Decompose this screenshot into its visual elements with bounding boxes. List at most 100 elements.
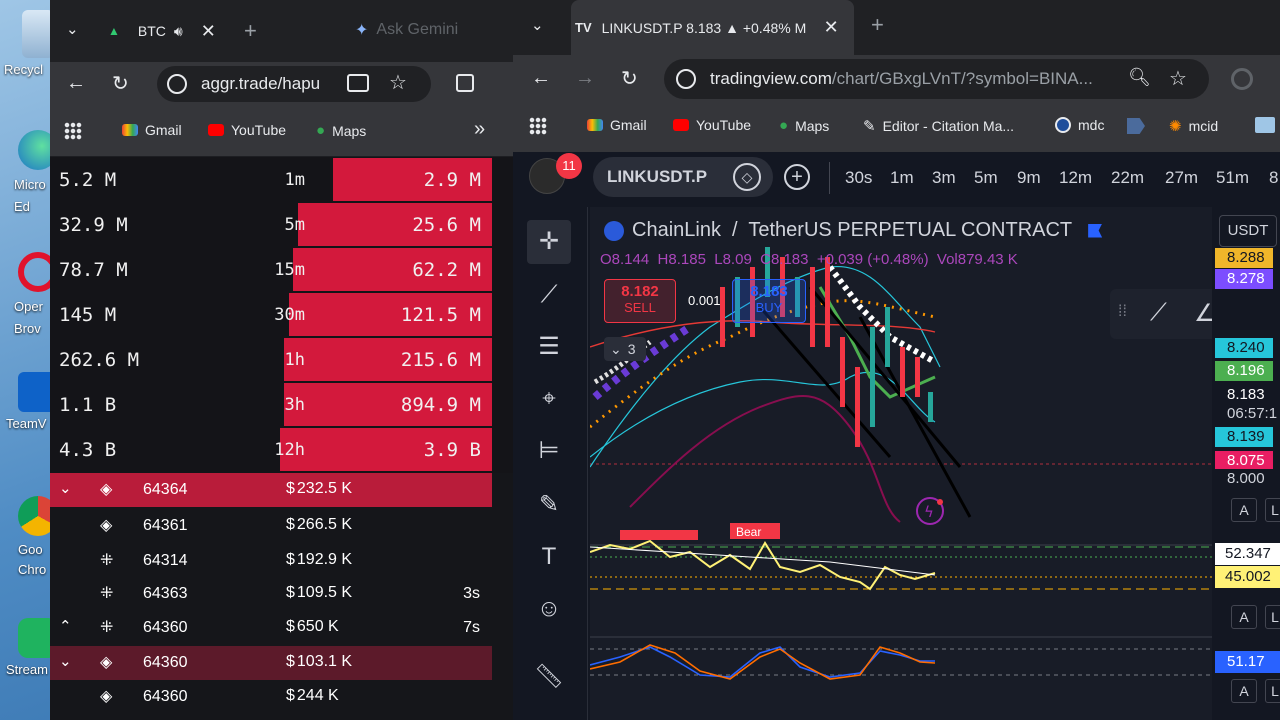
reload-icon[interactable]: ↻ <box>621 66 638 91</box>
auto-scale-button-rsi[interactable]: A <box>1231 605 1257 629</box>
desktop-icon-edge[interactable]: Micro Ed <box>0 130 58 218</box>
prediction-tool-icon[interactable]: ⊨ <box>527 429 571 473</box>
desktop-icon-recycle-bin[interactable]: Recycl <box>0 10 54 77</box>
bookmark-youtube[interactable]: YouTube <box>673 117 751 133</box>
text-tool-icon[interactable]: T <box>527 535 571 579</box>
auto-scale-button-stoch[interactable]: A <box>1231 679 1257 703</box>
bookmark-maps[interactable]: ● Maps <box>316 122 366 139</box>
drag-handle-icon[interactable]: ⁞⁞ <box>1118 303 1127 321</box>
bookmark-gmail[interactable]: Gmail <box>587 117 647 133</box>
currency-selector[interactable]: USDT <box>1219 215 1277 247</box>
timeframe-30s[interactable]: 30s <box>845 168 872 188</box>
price-chart[interactable]: ϟ ChainLink / TetherUS PERPETUAL CONTRAC… <box>590 207 1212 720</box>
angle-tool-icon[interactable]: ∠ <box>1194 299 1212 328</box>
close-tab-icon[interactable]: ✕ <box>201 21 216 42</box>
timeframe-27m[interactable]: 27m <box>1165 168 1198 188</box>
sell-button[interactable]: 8.182 SELL <box>604 279 676 323</box>
brush-tool-icon[interactable]: ✎ <box>527 483 571 527</box>
timeframe-8[interactable]: 8 <box>1269 168 1278 188</box>
okx-exchange-icon: ⁜ <box>100 585 114 602</box>
symbol-gem-icon[interactable]: ◇ <box>733 163 761 191</box>
bookmark-star-icon[interactable]: ☆ <box>389 70 407 95</box>
tab-linkusdt[interactable]: TV LINKUSDT.P 8.183 ▲ +0.48% M ✕ <box>571 0 854 55</box>
install-app-icon[interactable] <box>347 74 369 92</box>
bookmark-overflow-icon[interactable] <box>1255 117 1275 133</box>
flag-icon[interactable] <box>1088 223 1103 238</box>
stat-row: 145 M 30m 121.5 M <box>50 292 513 337</box>
trade-row[interactable]: ⌃ ⁜ 64360 $650 K 7s <box>50 611 492 645</box>
dollar-sign: $ <box>286 516 295 533</box>
tab-list-chevron-icon[interactable]: ⌄ <box>66 20 79 38</box>
mcid-icon: ✺ <box>1169 118 1182 135</box>
tab-btc[interactable]: ▲ BTC 🔊︎ ✕ <box>108 11 216 51</box>
trade-row[interactable]: ◈ 64361 $266.5 K <box>50 509 492 543</box>
bookmark-mdc[interactable]: mdc <box>1055 117 1104 133</box>
bookmark-gmail[interactable]: Gmail <box>122 122 182 138</box>
bookmark-arrow-icon[interactable] <box>1127 118 1145 134</box>
forward-arrow-icon[interactable]: → <box>575 67 595 90</box>
crosshair-tool-icon[interactable]: ✛ <box>527 220 571 264</box>
bookmark-star-icon[interactable]: ☆ <box>1169 66 1187 91</box>
trade-row[interactable]: ⌄ ◈ 64364 $232.5 K <box>50 473 492 507</box>
apps-grid-icon[interactable] <box>64 122 82 140</box>
trend-line-tool-icon[interactable]: ⟋ <box>527 273 571 317</box>
desktop-icon-stream[interactable]: Stream <box>0 618 58 677</box>
timeframe-12m[interactable]: 12m <box>1059 168 1092 188</box>
more-bookmarks-chevron-icon[interactable]: » <box>474 118 485 141</box>
emoji-tool-icon[interactable]: ☺ <box>527 587 571 631</box>
site-info-icon[interactable] <box>167 74 187 94</box>
close-tab-icon[interactable]: ✕ <box>824 17 839 38</box>
tab-list-chevron-icon[interactable]: ⌄ <box>531 16 544 34</box>
stoch-label: 51.17 <box>1215 651 1280 673</box>
collapse-indicators-button[interactable]: ⌄ 3 <box>604 337 646 361</box>
timeframe-3m[interactable]: 3m <box>932 168 956 188</box>
trade-row[interactable]: ⌄ ◈ 64360 $103.1 K <box>50 646 492 680</box>
address-bar[interactable]: tradingview.com /chart/GBxgLVnT/?symbol=… <box>664 59 1209 99</box>
extension-icon[interactable] <box>1231 68 1253 90</box>
buy-button[interactable]: 8.183 BUY <box>732 279 806 323</box>
desktop-icon-label: TeamV <box>6 416 47 431</box>
trade-row[interactable]: ⁜ 64363 $109.5 K 3s <box>50 577 492 611</box>
timeframe-22m[interactable]: 22m <box>1111 168 1144 188</box>
zoom-search-icon[interactable]: 🔍︎ <box>1128 67 1151 88</box>
chart-canvas[interactable]: ϟ <box>590 207 1212 720</box>
timeframe-51m[interactable]: 51m <box>1216 168 1249 188</box>
bookmark-youtube[interactable]: YouTube <box>208 122 286 138</box>
back-arrow-icon[interactable]: ← <box>66 72 86 95</box>
price-scale[interactable]: USDT 8.288 8.278 8.240 8.196 8.183 06:57:1 8.1… <box>1215 207 1280 720</box>
bookmark-maps[interactable]: ● Maps <box>779 117 829 134</box>
desktop-icon-opera[interactable]: Oper Brov <box>0 252 58 340</box>
trade-row[interactable]: ◈ 64360 $244 K <box>50 680 492 714</box>
new-tab-icon[interactable]: + <box>244 18 257 44</box>
notification-badge[interactable]: 11 <box>556 153 582 179</box>
log-scale-button-stoch[interactable]: L <box>1265 679 1280 703</box>
log-scale-button-rsi[interactable]: L <box>1265 605 1280 629</box>
symbol-search-button[interactable]: LINKUSDT.P ◇ <box>593 157 773 197</box>
extensions-icon[interactable] <box>456 74 474 92</box>
desktop-icon-teamviewer[interactable]: TeamV <box>0 372 58 431</box>
bookmark-label: YouTube <box>696 117 752 133</box>
desktop-icon-chrome[interactable]: Goo Chro <box>0 496 58 580</box>
site-info-icon[interactable] <box>676 69 696 89</box>
back-arrow-icon[interactable]: ← <box>531 67 551 90</box>
timeframe-1m[interactable]: 1m <box>890 168 914 188</box>
auto-scale-button[interactable]: A <box>1231 498 1257 522</box>
ray-tool-icon[interactable]: ⟋ <box>1150 299 1167 327</box>
audio-playing-icon[interactable]: 🔊︎ <box>174 23 183 40</box>
compare-add-icon[interactable]: + <box>784 164 810 190</box>
log-scale-button[interactable]: L <box>1265 498 1280 522</box>
trade-row[interactable]: ⁜ 64314 $192.9 K <box>50 544 492 578</box>
bookmark-citation-editor[interactable]: ✎ Editor - Citation Ma... <box>863 117 1014 135</box>
pattern-tool-icon[interactable]: ⌖ <box>527 377 571 421</box>
stat-timeframe: 1h <box>284 350 305 370</box>
address-bar[interactable]: aggr.trade/hapu ☆ <box>157 66 431 102</box>
reload-icon[interactable]: ↻ <box>112 71 129 96</box>
new-tab-icon[interactable]: + <box>871 12 884 38</box>
ask-gemini-button[interactable]: ✦ Ask Gemini <box>355 20 458 40</box>
fib-retracement-tool-icon[interactable]: ☰ <box>527 325 571 369</box>
ruler-tool-icon[interactable]: 📏︎ <box>527 655 571 699</box>
timeframe-5m[interactable]: 5m <box>974 168 998 188</box>
apps-grid-icon[interactable] <box>529 117 547 135</box>
timeframe-9m[interactable]: 9m <box>1017 168 1041 188</box>
bookmark-mcid[interactable]: ✺ mcid <box>1169 117 1218 135</box>
